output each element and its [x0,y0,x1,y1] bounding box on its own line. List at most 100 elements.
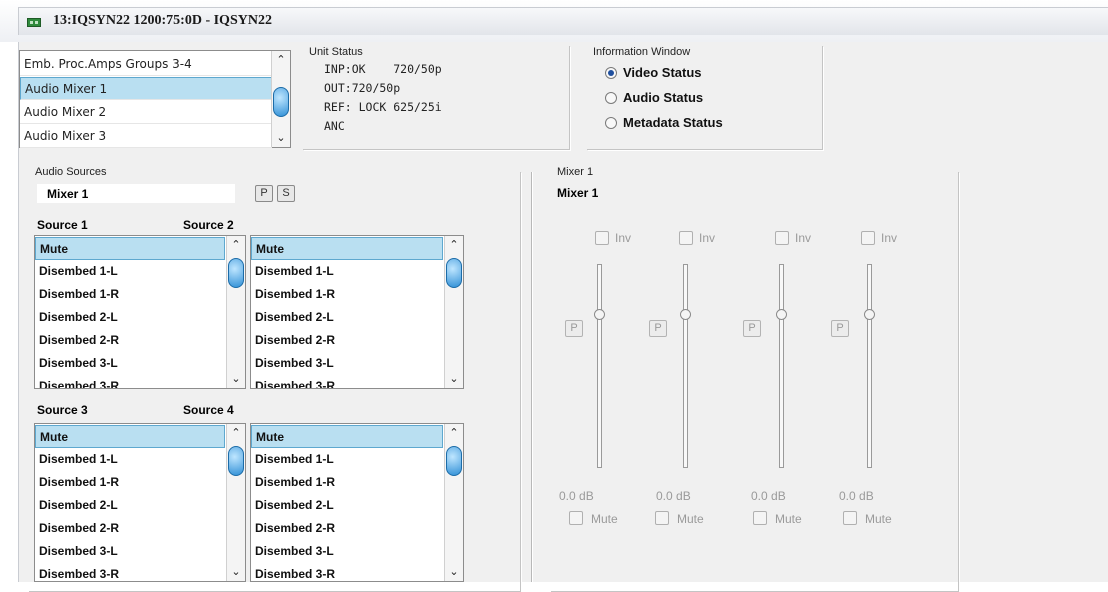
mute-checkbox[interactable] [655,511,669,525]
scroll-up-icon[interactable]: ⌃ [272,52,290,68]
list-item[interactable]: Disembed 1-L [35,260,225,283]
list-item[interactable]: Disembed 3-L [251,352,443,375]
separator [531,172,533,582]
inv-checkbox[interactable] [861,231,875,245]
fader-track [597,264,602,468]
unit-status-label: Unit Status [307,46,365,58]
inv-checkbox[interactable] [775,231,789,245]
scroll-thumb[interactable] [228,446,244,476]
gain-value: 0.0 dB [751,489,786,503]
list-item[interactable]: Disembed 1-R [251,471,443,494]
list-item[interactable]: Disembed 2-L [35,306,225,329]
list-item[interactable]: Disembed 3-L [35,352,225,375]
list-item[interactable]: Audio Mixer 1 [20,77,272,100]
status-reference: REF: LOCK 625/25i [324,100,442,114]
list-item[interactable]: Disembed 2-L [35,494,225,517]
scroll-down-icon[interactable]: ⌄ [227,564,245,580]
mute-checkbox[interactable] [843,511,857,525]
radio-video-status[interactable]: Video Status [605,62,702,84]
mute-label: Mute [865,512,892,526]
mute-checkbox[interactable] [569,511,583,525]
list-item[interactable]: Disembed 2-L [251,306,443,329]
scroll-up-icon[interactable]: ⌃ [227,237,245,253]
list-item[interactable]: Disembed 3-R [251,563,443,581]
scroll-down-icon[interactable]: ⌄ [272,130,290,146]
unit-list-scrollbar[interactable]: ⌃ ⌄ [271,51,290,147]
list-item[interactable]: Audio Mixer 2 [20,101,272,124]
scroll-down-icon[interactable]: ⌄ [445,564,463,580]
scroll-down-icon[interactable]: ⌄ [227,371,245,387]
save-button[interactable]: S [277,185,295,202]
fader-p-button[interactable]: P [831,320,849,337]
fader-p-button[interactable]: P [565,320,583,337]
list-item[interactable]: Disembed 2-R [35,517,225,540]
fader-knob[interactable] [680,309,691,320]
fader-p-button[interactable]: P [649,320,667,337]
app-icon [27,18,41,27]
inv-label: Inv [795,231,812,245]
list-item[interactable]: Mute [251,425,443,448]
list-item[interactable]: Disembed 1-R [35,471,225,494]
mixer-group-label: Mixer 1 [555,166,596,178]
list-item[interactable]: Disembed 2-R [251,329,443,352]
preset-button[interactable]: P [255,185,273,202]
audio-sources-label: Audio Sources [33,166,109,178]
list-item[interactable]: Disembed 3-L [35,540,225,563]
unit-list[interactable]: Emb. Proc.Amps Groups 3-4 Audio Mixer 1 … [19,50,291,148]
fader-knob[interactable] [594,309,605,320]
list-item[interactable]: Disembed 2-L [251,494,443,517]
source-list-scrollbar[interactable]: ⌃ ⌄ [444,236,463,388]
list-item[interactable]: Mute [35,425,225,448]
source-4-list[interactable]: Mute Disembed 1-L Disembed 1-R Disembed … [250,423,464,582]
list-item[interactable]: Disembed 3-R [35,375,225,388]
source-1-list[interactable]: Mute Disembed 1-L Disembed 1-R Disembed … [34,235,246,389]
fader-knob[interactable] [864,309,875,320]
inv-checkbox[interactable] [679,231,693,245]
source-list-scrollbar[interactable]: ⌃ ⌄ [444,424,463,581]
scroll-up-icon[interactable]: ⌃ [445,237,463,253]
radio-icon[interactable] [605,117,617,129]
list-item[interactable]: Disembed 1-R [35,283,225,306]
list-item[interactable]: Disembed 1-L [251,448,443,471]
fader-track [867,264,872,468]
radio-audio-status[interactable]: Audio Status [605,87,703,109]
scroll-thumb[interactable] [446,258,462,288]
main-panel: Emb. Proc.Amps Groups 3-4 Audio Mixer 1 … [18,42,1108,592]
source-list-scrollbar[interactable]: ⌃ ⌄ [226,424,245,581]
mute-label: Mute [775,512,802,526]
list-item[interactable]: Emb. Proc.Amps Groups 3-4 [20,53,272,76]
list-item[interactable]: Disembed 3-R [35,563,225,581]
status-input: INP:OK 720/50p [324,62,442,76]
mute-checkbox[interactable] [753,511,767,525]
list-item[interactable]: Mute [251,237,443,260]
scroll-thumb[interactable] [228,258,244,288]
window-title: 13:IQSYN22 1200:75:0D - IQSYN22 [53,13,272,28]
fader-knob[interactable] [776,309,787,320]
radio-metadata-status[interactable]: Metadata Status [605,112,723,134]
fader-p-button[interactable]: P [743,320,761,337]
list-item[interactable]: Disembed 3-L [251,540,443,563]
mixer-name-field[interactable]: Mixer 1 [37,184,235,203]
scroll-thumb[interactable] [446,446,462,476]
source-2-list[interactable]: Mute Disembed 1-L Disembed 1-R Disembed … [250,235,464,389]
source-list-scrollbar[interactable]: ⌃ ⌄ [226,236,245,388]
list-item[interactable]: Audio Mixer 3 [20,125,272,148]
scroll-thumb[interactable] [273,87,289,117]
scroll-down-icon[interactable]: ⌄ [445,371,463,387]
radio-icon[interactable] [605,92,617,104]
gain-value: 0.0 dB [559,489,594,503]
list-item[interactable]: Disembed 1-L [251,260,443,283]
inv-checkbox[interactable] [595,231,609,245]
list-item[interactable]: Disembed 1-R [251,283,443,306]
status-output: OUT:720/50p [324,81,401,95]
list-item[interactable]: Disembed 3-R [251,375,443,388]
list-item[interactable]: Disembed 2-R [251,517,443,540]
source-3-list[interactable]: Mute Disembed 1-L Disembed 1-R Disembed … [34,423,246,582]
list-item[interactable]: Disembed 2-R [35,329,225,352]
scroll-up-icon[interactable]: ⌃ [227,425,245,441]
fader-track [683,264,688,468]
list-item[interactable]: Mute [35,237,225,260]
list-item[interactable]: Disembed 1-L [35,448,225,471]
scroll-up-icon[interactable]: ⌃ [445,425,463,441]
radio-selected-icon[interactable] [605,67,617,79]
